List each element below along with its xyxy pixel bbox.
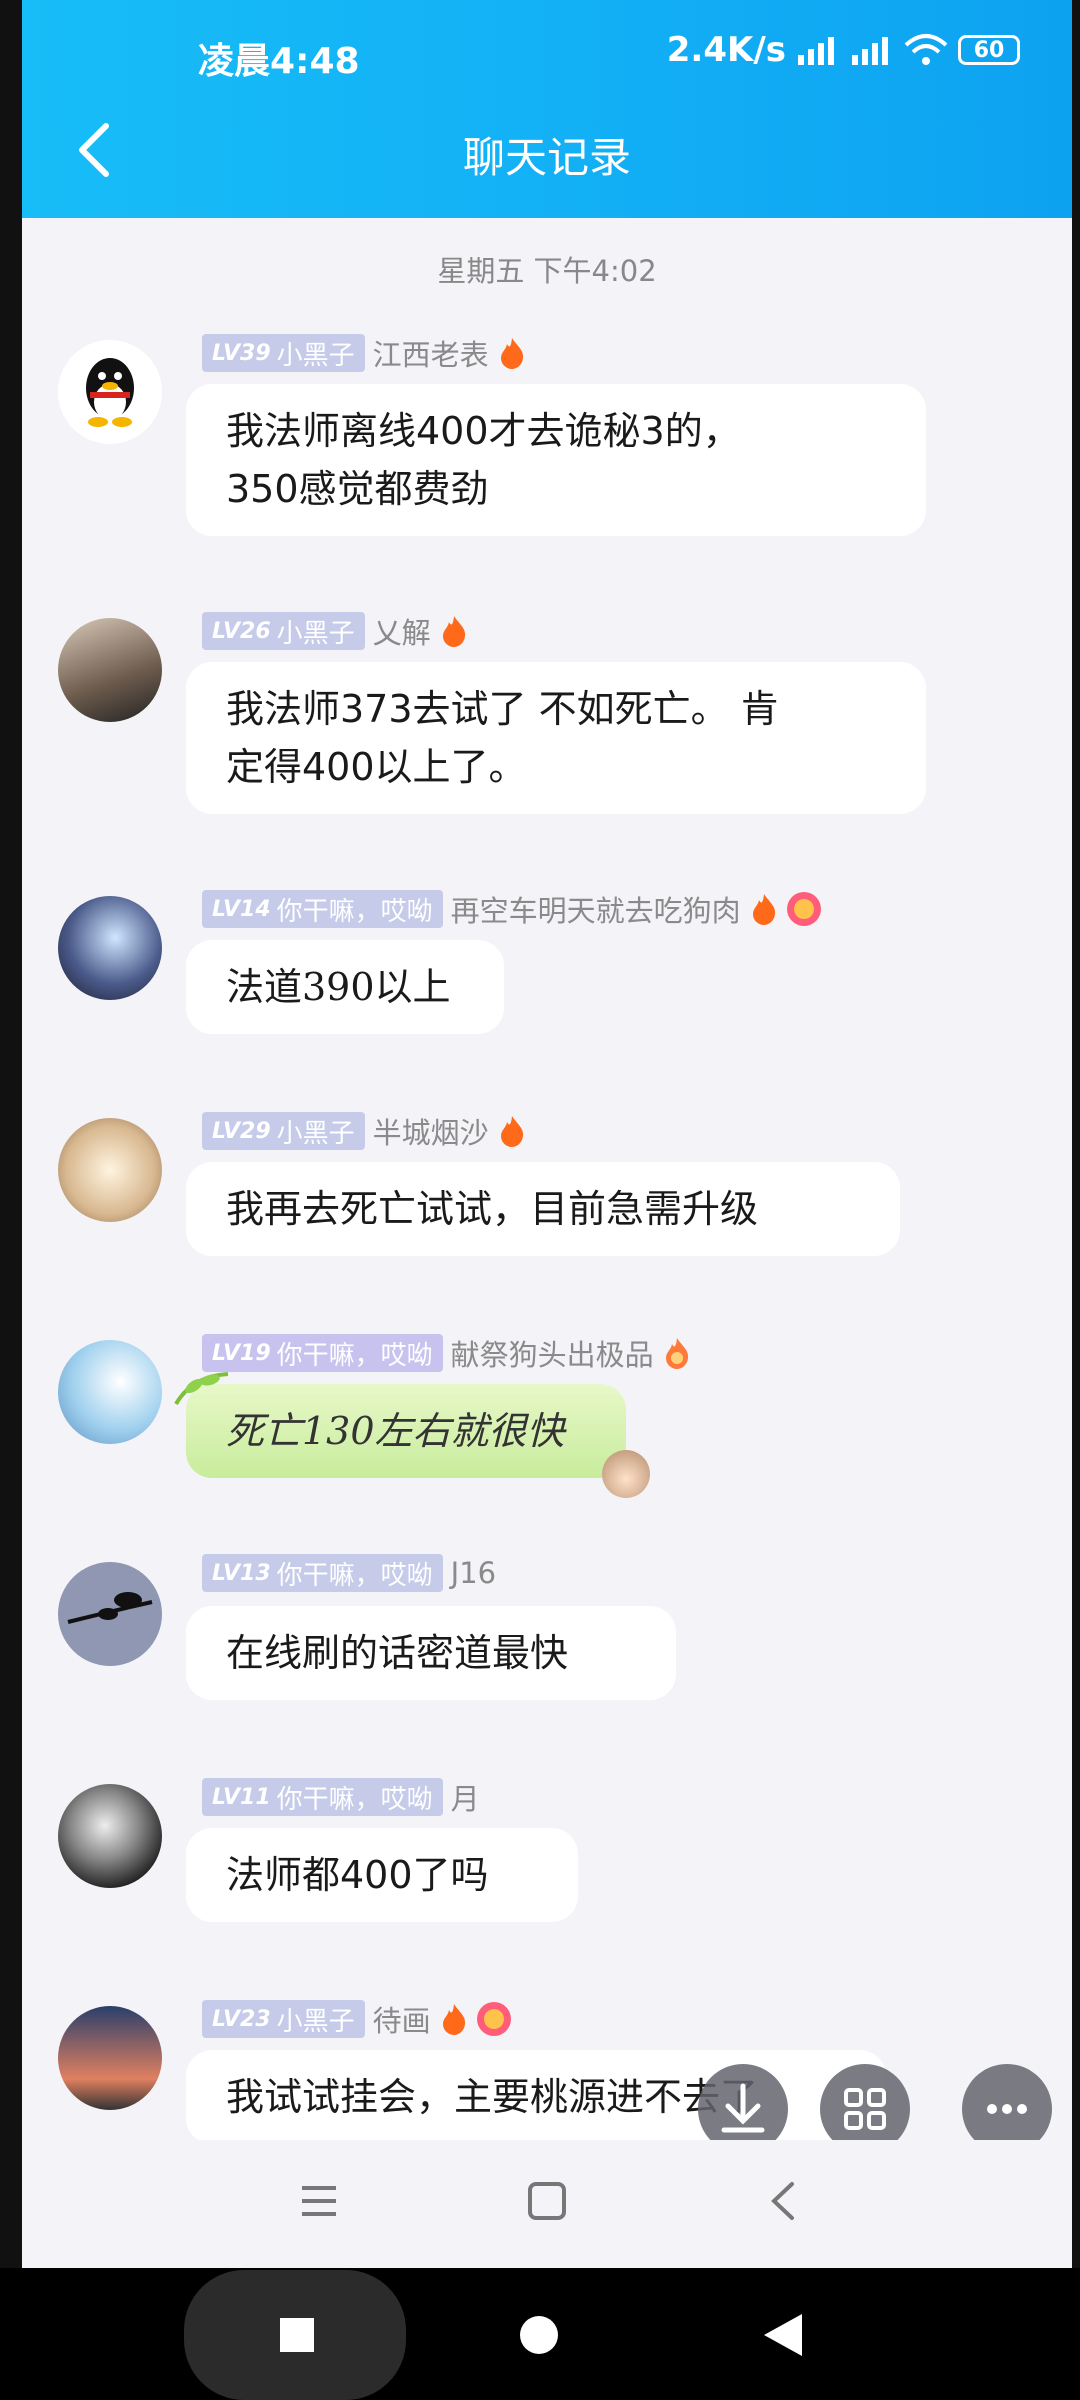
level-badge: LV13 你干嘛，哎呦 — [202, 1554, 443, 1592]
status-bar-right: 2.4K/s 60 — [667, 30, 1020, 70]
avatar[interactable] — [58, 1562, 162, 1666]
home-circle-icon[interactable] — [520, 2316, 558, 2354]
level-title: 小黑子 — [276, 1118, 355, 1149]
level-number: LV13 — [212, 1560, 271, 1586]
home-square-icon[interactable] — [526, 2180, 568, 2222]
message-meta: LV39 小黑子 江西老表 — [202, 332, 527, 374]
sender-name: 月 — [450, 1782, 480, 1816]
level-title: 你干嘛，哎呦 — [276, 1560, 433, 1591]
avatar[interactable] — [58, 2006, 162, 2110]
level-title: 小黑子 — [276, 340, 355, 371]
level-title: 你干嘛，哎呦 — [276, 1784, 433, 1815]
level-badge: LV11 你干嘛，哎呦 — [202, 1778, 443, 1816]
flame-icon — [665, 1338, 688, 1369]
level-badge: LV19 你干嘛，哎呦 — [202, 1334, 443, 1372]
message-meta: LV26 小黑子 乂解 — [202, 610, 469, 652]
message-bubble[interactable]: 法师都400了吗 — [186, 1828, 578, 1922]
wifi-icon — [904, 34, 948, 65]
phone-screen: 凌晨4:48 2.4K/s 60 聊天记录 星期五 下午4:02 LV39 小黑… — [22, 0, 1072, 2268]
chat-timestamp: 星期五 下午4:02 — [437, 254, 657, 288]
message-bubble[interactable]: 我再去死亡试试，目前急需升级 — [186, 1162, 900, 1256]
sender-name: 献祭狗头出极品 — [450, 1338, 654, 1372]
level-number: LV39 — [212, 340, 271, 366]
level-number: LV11 — [212, 1784, 271, 1810]
level-title: 小黑子 — [276, 2006, 355, 2037]
sender-name: 待画 — [372, 2004, 431, 2038]
level-badge: LV26 小黑子 — [202, 612, 365, 650]
level-number: LV26 — [212, 618, 271, 644]
leaf-icon — [174, 1372, 229, 1406]
avatar[interactable] — [58, 1784, 162, 1888]
signal-icon — [798, 37, 834, 65]
message-meta: LV19 你干嘛，哎呦 献祭狗头出极品 — [202, 1332, 692, 1374]
sender-name: 半城烟沙 — [372, 1116, 489, 1150]
message-meta: LV14 你干嘛，哎呦 再空车明天就去吃狗肉 — [202, 888, 821, 930]
level-number: LV29 — [212, 1118, 271, 1144]
message-bubble[interactable]: 死亡130左右就很快 — [186, 1384, 626, 1478]
app-header: 凌晨4:48 2.4K/s 60 聊天记录 — [22, 0, 1072, 218]
menu-icon[interactable] — [298, 2180, 340, 2222]
emoji-badge-icon — [476, 2002, 511, 2036]
message-bubble[interactable]: 我法师离线400才去诡秘3的， 350感觉都费劲 — [186, 384, 926, 536]
flame-icon — [500, 338, 523, 369]
battery-level: 60 — [973, 37, 1005, 63]
avatar[interactable] — [58, 896, 162, 1000]
navigation-bar — [22, 2140, 1072, 2268]
level-badge: LV39 小黑子 — [202, 334, 365, 372]
level-title: 你干嘛，哎呦 — [276, 896, 433, 927]
avatar[interactable] — [58, 1118, 162, 1222]
level-title: 小黑子 — [276, 618, 355, 649]
back-triangle-icon[interactable] — [762, 2312, 804, 2358]
flame-icon — [752, 894, 775, 925]
network-speed: 2.4K/s — [666, 30, 786, 70]
page-title: 聊天记录 — [462, 133, 631, 182]
sender-name: 再空车明天就去吃狗肉 — [450, 894, 741, 928]
level-badge: LV29 小黑子 — [202, 1112, 365, 1150]
sender-name: J16 — [450, 1556, 497, 1590]
avatar[interactable] — [58, 618, 162, 722]
message-meta: LV23 小黑子 待画 — [202, 1998, 511, 2040]
branch-icon — [67, 1592, 153, 1624]
sender-name: 江西老表 — [372, 338, 489, 372]
flame-icon — [442, 616, 465, 647]
level-number: LV14 — [212, 896, 271, 922]
message-meta: LV29 小黑子 半城烟沙 — [202, 1110, 527, 1152]
avatar[interactable] — [58, 340, 162, 444]
sender-name: 乂解 — [372, 616, 431, 650]
avatar[interactable] — [58, 1340, 162, 1444]
message-meta: LV13 你干嘛，哎呦 J16 — [202, 1554, 496, 1592]
nav-back-icon[interactable] — [762, 2180, 804, 2222]
flame-icon — [442, 2004, 465, 2035]
penguin-icon — [86, 358, 134, 427]
battery-icon: 60 — [958, 35, 1020, 65]
message-bubble[interactable]: 我法师373去试了 不如死亡。 肯 定得400以上了。 — [186, 662, 926, 814]
level-badge: LV14 你干嘛，哎呦 — [202, 890, 443, 928]
level-title: 你干嘛，哎呦 — [276, 1340, 433, 1371]
message-bubble[interactable]: 法道390以上 — [186, 940, 504, 1034]
level-number: LV23 — [212, 2006, 271, 2032]
emoji-badge-icon — [786, 892, 821, 926]
signal-icon-2 — [852, 37, 888, 65]
level-badge: LV23 小黑子 — [202, 2000, 365, 2038]
sticker-avatar-icon — [602, 1450, 650, 1498]
recents-square-icon[interactable] — [280, 2318, 314, 2352]
message-meta: LV11 你干嘛，哎呦 月 — [202, 1776, 480, 1818]
status-time: 凌晨4:48 — [198, 41, 360, 82]
flame-icon — [500, 1116, 523, 1147]
level-number: LV19 — [212, 1340, 271, 1366]
message-bubble[interactable]: 在线刷的话密道最快 — [186, 1606, 676, 1700]
